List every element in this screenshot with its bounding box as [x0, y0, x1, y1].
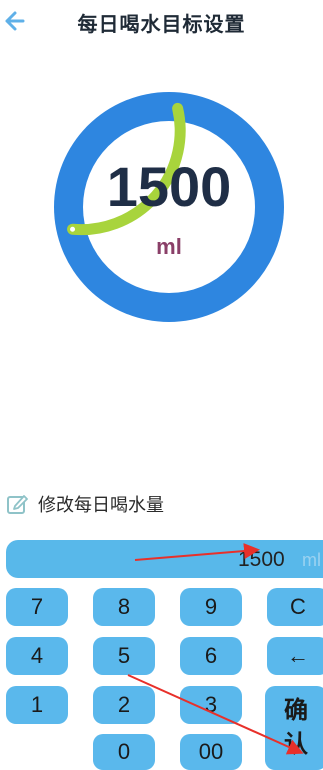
- page-title: 每日喝水目标设置: [77, 14, 246, 36]
- ring-progress-start-dot: [70, 226, 76, 232]
- clear-button[interactable]: C: [267, 588, 323, 626]
- goal-unit: ml: [156, 234, 182, 259]
- key-3[interactable]: 3: [180, 686, 242, 724]
- key-6[interactable]: 6: [180, 637, 242, 675]
- edit-icon: [7, 495, 28, 514]
- modify-section[interactable]: 修改每日喝水量: [6, 492, 164, 516]
- key-00[interactable]: 00: [180, 734, 242, 770]
- key-7[interactable]: 7: [6, 588, 68, 626]
- confirm-label-2: 认: [284, 731, 308, 758]
- key-0[interactable]: 0: [93, 734, 155, 770]
- goal-value: 1500: [106, 155, 232, 218]
- backspace-button[interactable]: ←: [267, 637, 323, 675]
- water-progress-ring: 1500 ml: [54, 92, 284, 322]
- amount-display: 1500 ml: [6, 540, 323, 578]
- key-5[interactable]: 5: [93, 637, 155, 675]
- key-2[interactable]: 2: [93, 686, 155, 724]
- key-4[interactable]: 4: [6, 637, 68, 675]
- key-1[interactable]: 1: [6, 686, 68, 724]
- display-unit: ml: [302, 550, 321, 570]
- key-8[interactable]: 8: [93, 588, 155, 626]
- water-goal-page: 每日喝水目标设置 1500 ml 修改每日喝水量 1500 ml 7 8 9 C…: [0, 0, 323, 770]
- display-value: 1500: [238, 548, 285, 571]
- modify-label: 修改每日喝水量: [38, 495, 164, 515]
- key-9[interactable]: 9: [180, 588, 242, 626]
- confirm-label-1: 确: [284, 697, 308, 724]
- confirm-button[interactable]: 确 认: [265, 686, 323, 770]
